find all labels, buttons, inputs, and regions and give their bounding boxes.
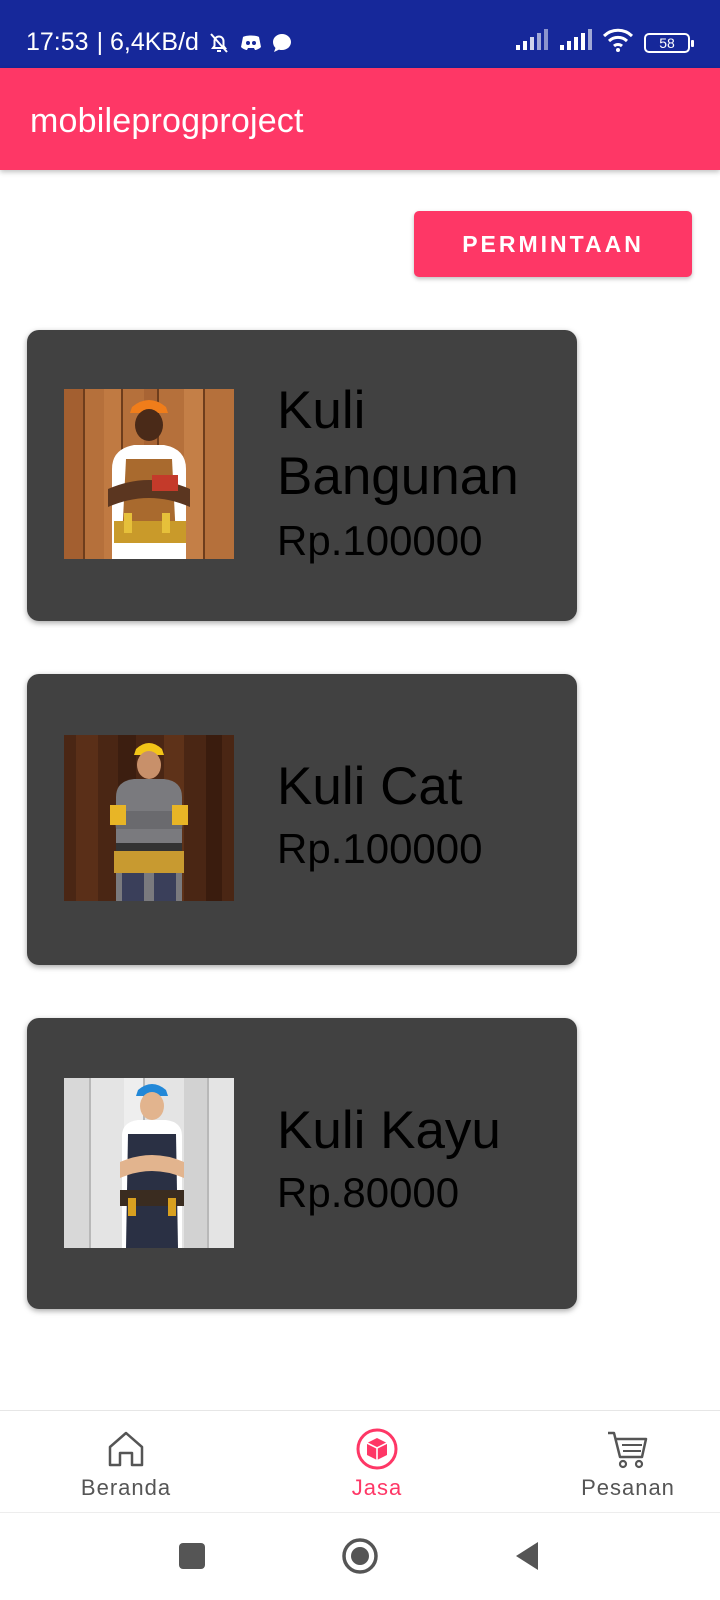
status-left: 17:53 | 6,4KB/d bbox=[26, 28, 293, 57]
system-navigation bbox=[0, 1512, 720, 1600]
status-right: 58 bbox=[514, 28, 694, 57]
app-title: mobileprogproject bbox=[30, 102, 304, 140]
nav-label: Jasa bbox=[351, 1475, 403, 1500]
service-price: Rp.80000 bbox=[277, 1169, 460, 1216]
nav-label: Beranda bbox=[80, 1475, 172, 1500]
signal-icon bbox=[558, 29, 592, 56]
bottom-navigation: Beranda Jasa Pesanan bbox=[0, 1410, 720, 1512]
service-image-kuli-bangunan bbox=[64, 389, 234, 559]
status-time: 17:53 bbox=[26, 28, 89, 56]
nav-item-pesanan[interactable]: Pesanan bbox=[528, 1411, 720, 1513]
recents-square-icon[interactable] bbox=[167, 1531, 217, 1581]
status-network-speed: | 6,4KB/d bbox=[96, 28, 199, 56]
wifi-icon bbox=[602, 28, 634, 57]
permintaan-button[interactable]: PERMINTAAN bbox=[414, 211, 692, 277]
nav-label: Pesanan bbox=[581, 1475, 675, 1500]
nav-item-jasa[interactable]: Jasa bbox=[277, 1411, 477, 1513]
chat-bubble-icon bbox=[271, 32, 293, 54]
service-name: Kuli Kayu bbox=[277, 1101, 501, 1160]
cart-icon bbox=[606, 1427, 650, 1471]
service-card-kuli-cat[interactable]: Kuli Cat Rp.100000 bbox=[27, 674, 577, 965]
status-bar: 17:53 | 6,4KB/d 58 bbox=[0, 0, 720, 68]
signal-icon bbox=[514, 29, 548, 56]
service-card-kuli-bangunan[interactable]: Kuli Bangunan Rp.100000 bbox=[27, 330, 577, 621]
home-icon bbox=[104, 1427, 148, 1471]
service-image-kuli-cat bbox=[64, 735, 234, 901]
app-bar: mobileprogproject bbox=[0, 68, 720, 170]
discord-icon bbox=[239, 33, 263, 53]
box-icon bbox=[355, 1427, 399, 1471]
service-price: Rp.100000 bbox=[277, 825, 483, 872]
service-image-kuli-kayu bbox=[64, 1078, 234, 1248]
back-triangle-icon[interactable] bbox=[502, 1531, 552, 1581]
home-circle-icon[interactable] bbox=[335, 1531, 385, 1581]
nav-item-beranda[interactable]: Beranda bbox=[26, 1411, 226, 1513]
service-card-kuli-kayu[interactable]: Kuli Kayu Rp.80000 bbox=[27, 1018, 577, 1309]
bell-off-icon bbox=[207, 31, 231, 55]
service-name: Kuli Cat bbox=[277, 757, 463, 816]
battery-icon: 58 bbox=[644, 32, 694, 53]
service-name: Kuli Bangunan bbox=[277, 381, 519, 506]
service-price: Rp.100000 bbox=[277, 517, 483, 564]
